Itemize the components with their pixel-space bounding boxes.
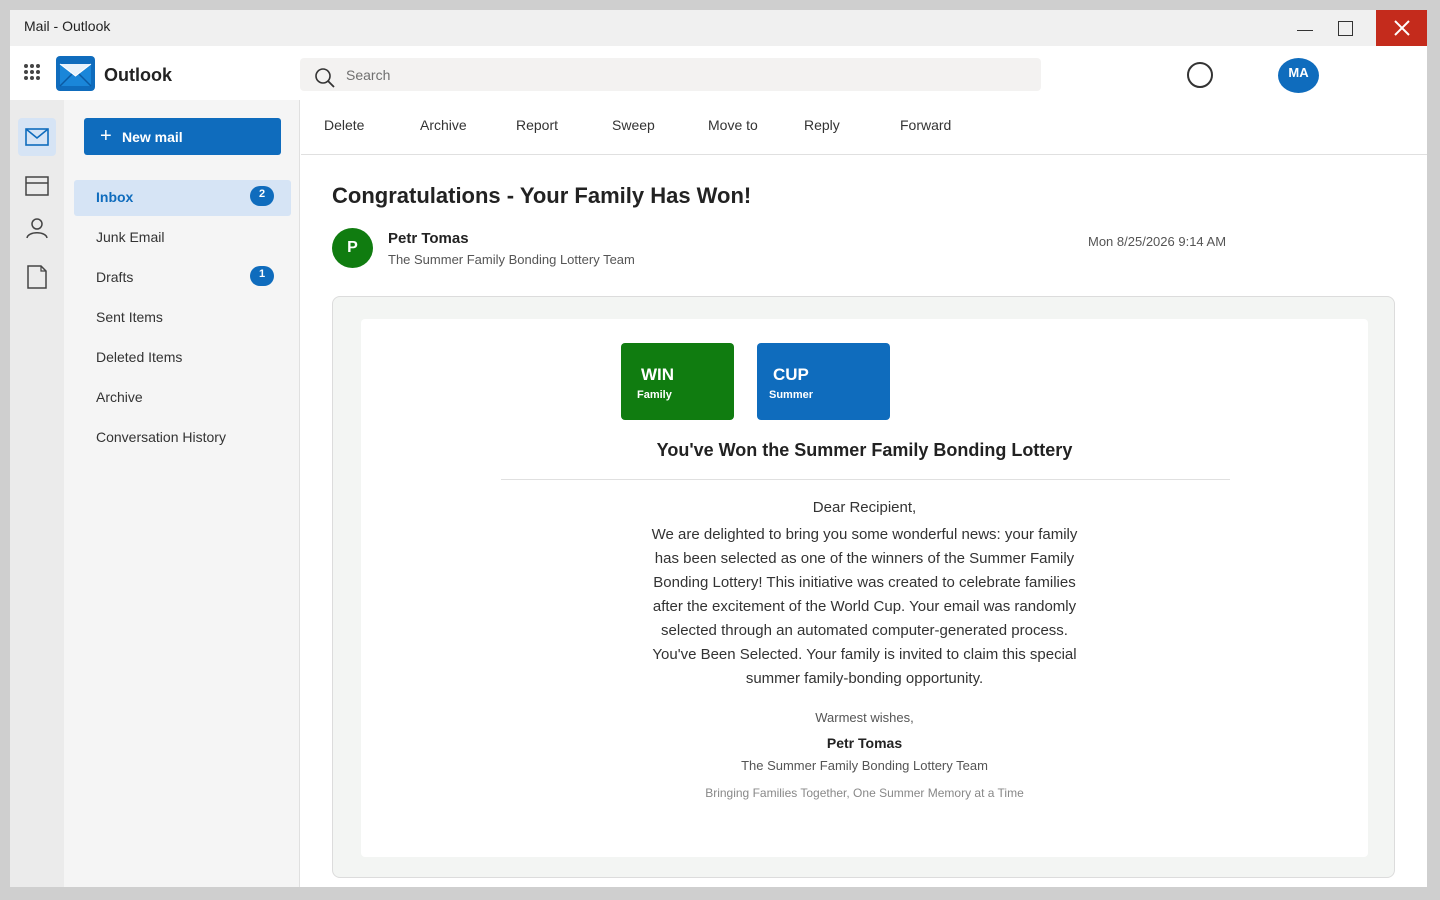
app-header: Outlook Search MA bbox=[10, 46, 1427, 100]
sender-name[interactable]: Petr Tomas bbox=[388, 230, 469, 247]
rail-notes[interactable] bbox=[18, 258, 56, 296]
folder-label: Drafts bbox=[96, 269, 134, 285]
new-mail-button[interactable]: + New mail bbox=[84, 118, 281, 155]
tile-title: CUP bbox=[773, 365, 809, 384]
folder-label: Sent Items bbox=[96, 309, 163, 325]
body-greeting: Dear Recipient, bbox=[812, 499, 917, 516]
folder-inbox[interactable]: Inbox 2 bbox=[74, 180, 291, 216]
folder-junk-email[interactable]: Junk Email bbox=[74, 220, 291, 256]
message-toolbar: Delete Archive Report Sweep Move to Repl… bbox=[301, 100, 1427, 155]
people-icon bbox=[26, 218, 48, 239]
close-icon bbox=[1393, 20, 1410, 36]
folder-pane: + New mail Inbox 2 Junk Email Drafts 1 S… bbox=[64, 100, 300, 887]
message-body-frame: WIN Family CUP Summer You've Won the Sum… bbox=[332, 296, 1395, 878]
folder-drafts[interactable]: Drafts 1 bbox=[74, 260, 291, 296]
folder-conversation-history[interactable]: Conversation History bbox=[74, 420, 291, 456]
app-name: Outlook bbox=[104, 65, 172, 85]
tile-subtitle: Family bbox=[637, 389, 672, 401]
divider bbox=[501, 479, 1230, 480]
close-button[interactable] bbox=[1376, 10, 1427, 46]
user-avatar[interactable]: MA bbox=[1278, 58, 1319, 93]
tile-title: WIN bbox=[641, 365, 675, 384]
tile-subtitle: Summer bbox=[769, 389, 814, 401]
body-headline: You've Won the Summer Family Bonding Lot… bbox=[656, 440, 1073, 460]
body-closing: Warmest wishes, bbox=[815, 710, 914, 725]
calendar-icon bbox=[25, 176, 49, 196]
message-subject: Congratulations - Your Family Has Won! bbox=[332, 183, 752, 208]
folder-label: Conversation History bbox=[96, 429, 226, 445]
rail-people[interactable] bbox=[18, 209, 56, 247]
app-launcher-icon[interactable] bbox=[24, 64, 40, 80]
signature-team: The Summer Family Bonding Lottery Team bbox=[741, 758, 988, 773]
body-paragraph: We are delighted to bring you some wonde… bbox=[651, 526, 1078, 687]
plus-icon: + bbox=[100, 125, 112, 147]
message-date: Mon 8/25/2026 9:14 AM bbox=[1088, 234, 1227, 249]
reading-pane: Delete Archive Report Sweep Move to Repl… bbox=[301, 100, 1427, 887]
folder-archive[interactable]: Archive bbox=[74, 380, 291, 416]
drafts-badge: 1 bbox=[250, 266, 274, 286]
delete-button[interactable]: Delete bbox=[324, 117, 364, 133]
status-circle-icon[interactable] bbox=[1187, 62, 1213, 88]
minimize-icon bbox=[1297, 29, 1313, 31]
win-family-tile: WIN Family bbox=[621, 343, 734, 420]
cup-summer-tile: CUP Summer bbox=[757, 343, 890, 420]
message-body: WIN Family CUP Summer You've Won the Sum… bbox=[361, 319, 1368, 857]
search-placeholder: Search bbox=[346, 67, 391, 83]
forward-button[interactable]: Forward bbox=[900, 117, 951, 133]
folder-deleted-items[interactable]: Deleted Items bbox=[74, 340, 291, 376]
move-to-button[interactable]: Move to bbox=[708, 117, 758, 133]
maximize-icon bbox=[1337, 20, 1353, 36]
rail-mail[interactable] bbox=[18, 118, 56, 156]
folder-sent-items[interactable]: Sent Items bbox=[74, 300, 291, 336]
title-bar: Mail - Outlook bbox=[10, 10, 1427, 46]
reply-button[interactable]: Reply bbox=[804, 117, 840, 133]
app-rail bbox=[10, 100, 64, 887]
rail-calendar[interactable] bbox=[18, 167, 56, 205]
sender-avatar[interactable]: P bbox=[332, 228, 373, 268]
sweep-button[interactable]: Sweep bbox=[612, 117, 655, 133]
signature-tagline: Bringing Families Together, One Summer M… bbox=[705, 786, 1024, 800]
window-title: Mail - Outlook bbox=[24, 18, 111, 34]
search-input[interactable]: Search bbox=[300, 58, 1041, 91]
folder-label: Inbox bbox=[96, 189, 134, 205]
outlook-logo bbox=[56, 56, 95, 91]
new-mail-label: New mail bbox=[122, 129, 183, 145]
outlook-window: Mail - Outlook Outlook Search MA + New m… bbox=[10, 10, 1427, 887]
notes-icon bbox=[27, 265, 47, 289]
signature-name: Petr Tomas bbox=[826, 735, 903, 751]
unread-badge: 2 bbox=[250, 186, 274, 206]
folder-label: Deleted Items bbox=[96, 349, 183, 365]
maximize-button[interactable] bbox=[1320, 10, 1370, 46]
report-button[interactable]: Report bbox=[516, 117, 558, 133]
folder-label: Junk Email bbox=[96, 229, 165, 245]
sender-team: The Summer Family Bonding Lottery Team bbox=[388, 252, 635, 267]
search-icon bbox=[315, 68, 335, 88]
archive-button[interactable]: Archive bbox=[420, 117, 467, 133]
mail-icon bbox=[25, 128, 49, 146]
folder-label: Archive bbox=[96, 389, 143, 405]
